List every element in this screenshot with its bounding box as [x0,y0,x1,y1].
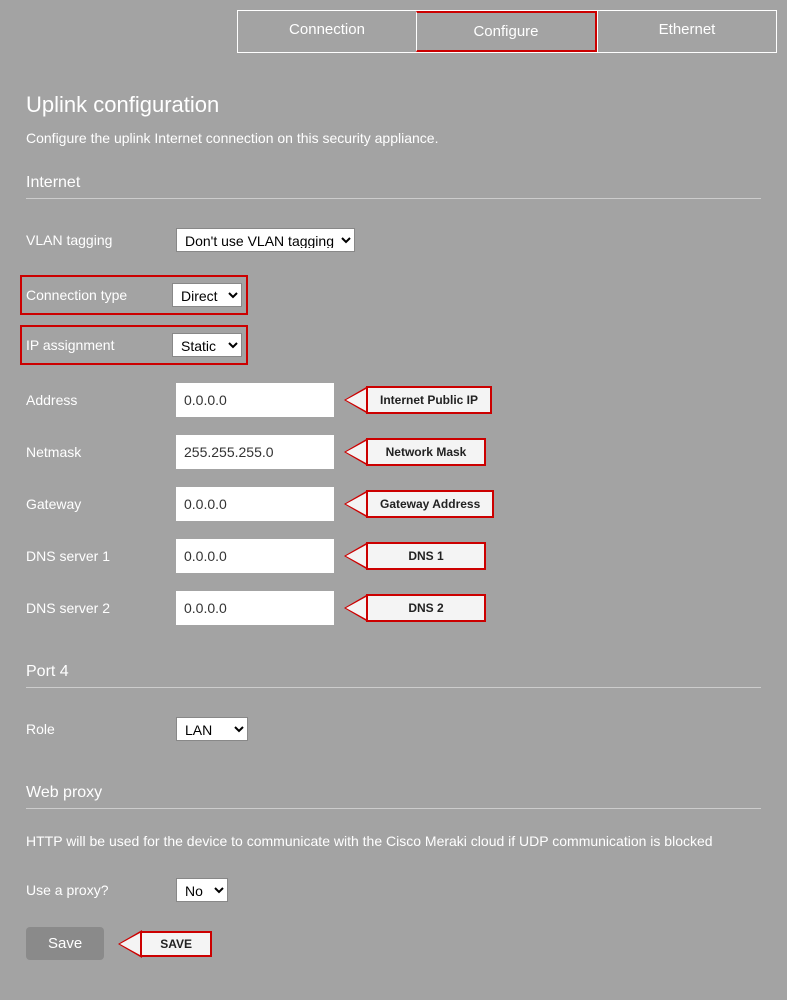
arrow-left-icon [344,594,368,622]
input-dns1[interactable] [176,539,334,573]
label-dns1: DNS server 1 [26,548,176,564]
header-bar: Connection Configure Ethernet [0,0,787,62]
page-title: Uplink configuration [26,92,761,118]
callout-gateway-label: Gateway Address [366,490,494,518]
save-row: Save SAVE [26,927,761,960]
tab-configure[interactable]: Configure [416,11,597,52]
label-dns2: DNS server 2 [26,600,176,616]
label-role: Role [26,721,176,737]
arrow-left-icon [344,490,368,518]
callout-netmask-label: Network Mask [366,438,486,466]
row-netmask: Netmask Network Mask [26,435,761,469]
callout-dns1-label: DNS 1 [366,542,486,570]
section-internet: Internet [26,174,761,199]
callout-gateway: Gateway Address [344,490,494,518]
input-netmask[interactable] [176,435,334,469]
callout-netmask: Network Mask [344,438,486,466]
section-webproxy: Web proxy [26,784,761,809]
row-dns1: DNS server 1 DNS 1 [26,539,761,573]
select-use-proxy[interactable]: No [176,878,228,902]
save-button[interactable]: Save [26,927,104,960]
label-connection-type: Connection type [26,287,172,303]
arrow-left-icon [344,386,368,414]
callout-dns2-label: DNS 2 [366,594,486,622]
row-address: Address Internet Public IP [26,383,761,417]
input-address[interactable] [176,383,334,417]
label-gateway: Gateway [26,496,176,512]
callout-address-label: Internet Public IP [366,386,492,414]
select-role[interactable]: LAN [176,717,248,741]
callout-address: Internet Public IP [344,386,492,414]
callout-dns2: DNS 2 [344,594,486,622]
label-address: Address [26,392,176,408]
callout-save-label: SAVE [140,931,212,957]
label-netmask: Netmask [26,444,176,460]
tab-ethernet[interactable]: Ethernet [597,11,776,52]
arrow-left-icon [344,438,368,466]
row-vlan: VLAN tagging Don't use VLAN tagging [26,223,761,257]
select-connection-type[interactable]: Direct [172,283,242,307]
section-port4: Port 4 [26,663,761,688]
arrow-left-icon [118,930,142,958]
tab-group: Connection Configure Ethernet [237,10,777,53]
arrow-left-icon [344,542,368,570]
label-vlan: VLAN tagging [26,232,176,248]
content-area: Uplink configuration Configure the uplin… [0,62,787,1000]
select-ip-assignment[interactable]: Static [172,333,242,357]
row-role: Role LAN [26,712,761,746]
callout-save: SAVE [118,930,212,958]
row-use-proxy: Use a proxy? No [26,873,761,907]
row-connection-type: Connection type Direct [26,275,761,315]
box-ip-assignment: IP assignment Static [20,325,248,365]
page-subtitle: Configure the uplink Internet connection… [26,130,761,146]
box-connection-type: Connection type Direct [20,275,248,315]
row-ip-assignment: IP assignment Static [26,325,761,365]
proxy-note: HTTP will be used for the device to comm… [26,833,761,849]
label-ip-assignment: IP assignment [26,337,172,353]
tab-connection[interactable]: Connection [238,11,416,52]
input-dns2[interactable] [176,591,334,625]
select-vlan[interactable]: Don't use VLAN tagging [176,228,355,252]
callout-dns1: DNS 1 [344,542,486,570]
row-dns2: DNS server 2 DNS 2 [26,591,761,625]
label-use-proxy: Use a proxy? [26,882,176,898]
input-gateway[interactable] [176,487,334,521]
row-gateway: Gateway Gateway Address [26,487,761,521]
